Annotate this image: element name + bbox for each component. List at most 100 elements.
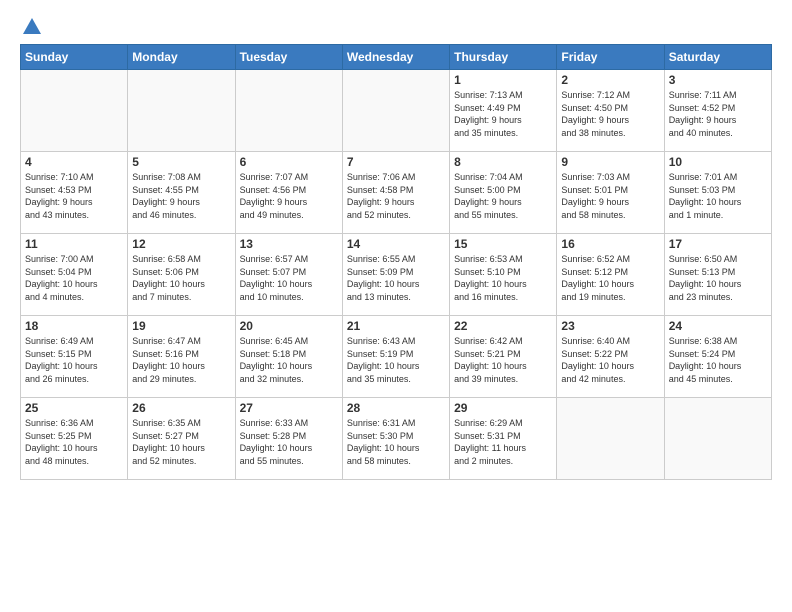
calendar-cell: 3 Sunrise: 7:11 AM Sunset: 4:52 PM Daylig… — [664, 70, 771, 152]
day-number: 25 — [25, 401, 123, 415]
header-area — [20, 16, 772, 34]
calendar-cell: 11 Sunrise: 7:00 AM Sunset: 5:04 PM Dayli… — [21, 234, 128, 316]
calendar-cell: 5 Sunrise: 7:08 AM Sunset: 4:55 PM Daylig… — [128, 152, 235, 234]
calendar-cell: 4 Sunrise: 7:10 AM Sunset: 4:53 PM Daylig… — [21, 152, 128, 234]
calendar-cell: 17 Sunrise: 6:50 AM Sunset: 5:13 PM Dayli… — [664, 234, 771, 316]
day-number: 21 — [347, 319, 445, 333]
calendar-cell: 8Sunrise: 7:04 AM Sunset: 5:00 PM Daylig… — [450, 152, 557, 234]
day-number: 3 — [669, 73, 767, 87]
calendar-cell — [235, 70, 342, 152]
calendar-cell: 1 Sunrise: 7:13 AM Sunset: 4:49 PM Daylig… — [450, 70, 557, 152]
calendar-cell: 12 Sunrise: 6:58 AM Sunset: 5:06 PM Dayli… — [128, 234, 235, 316]
calendar-cell: 28 Sunrise: 6:31 AM Sunset: 5:30 PM Dayli… — [342, 398, 449, 480]
day-number: 7 — [347, 155, 445, 169]
calendar-cell: 18Sunrise: 6:49 AM Sunset: 5:15 PM Dayli… — [21, 316, 128, 398]
day-info: Sunrise: 6:57 AM Sunset: 5:07 PM Dayligh… — [240, 253, 338, 303]
calendar-cell — [557, 398, 664, 480]
day-info: Sunrise: 6:58 AM Sunset: 5:06 PM Dayligh… — [132, 253, 230, 303]
week-row-5: 25 Sunrise: 6:36 AM Sunset: 5:25 PM Dayli… — [21, 398, 772, 480]
day-number: 10 — [669, 155, 767, 169]
weekday-header-wednesday: Wednesday — [342, 45, 449, 70]
calendar-cell — [342, 70, 449, 152]
day-info: Sunrise: 7:01 AM Sunset: 5:03 PM Dayligh… — [669, 171, 767, 221]
day-info: Sunrise: 7:06 AM Sunset: 4:58 PM Dayligh… — [347, 171, 445, 221]
day-info: Sunrise: 6:53 AM Sunset: 5:10 PM Dayligh… — [454, 253, 552, 303]
day-number: 9 — [561, 155, 659, 169]
calendar-cell: 22 Sunrise: 6:42 AM Sunset: 5:21 PM Dayli… — [450, 316, 557, 398]
day-info: Sunrise: 6:45 AM Sunset: 5:18 PM Dayligh… — [240, 335, 338, 385]
day-info: Sunrise: 7:00 AM Sunset: 5:04 PM Dayligh… — [25, 253, 123, 303]
day-number: 28 — [347, 401, 445, 415]
day-info: Sunrise: 6:55 AM Sunset: 5:09 PM Dayligh… — [347, 253, 445, 303]
calendar-cell — [21, 70, 128, 152]
calendar-cell: 2 Sunrise: 7:12 AM Sunset: 4:50 PM Daylig… — [557, 70, 664, 152]
calendar-cell: 7 Sunrise: 7:06 AM Sunset: 4:58 PM Daylig… — [342, 152, 449, 234]
calendar-cell: 21 Sunrise: 6:43 AM Sunset: 5:19 PM Dayli… — [342, 316, 449, 398]
day-number: 14 — [347, 237, 445, 251]
day-number: 1 — [454, 73, 552, 87]
day-info: Sunrise: 6:40 AM Sunset: 5:22 PM Dayligh… — [561, 335, 659, 385]
weekday-header-sunday: Sunday — [21, 45, 128, 70]
calendar-cell: 29 Sunrise: 6:29 AM Sunset: 5:31 PM Dayli… — [450, 398, 557, 480]
day-info: Sunrise: 6:35 AM Sunset: 5:27 PM Dayligh… — [132, 417, 230, 467]
day-number: 29 — [454, 401, 552, 415]
calendar-cell: 10 Sunrise: 7:01 AM Sunset: 5:03 PM Dayli… — [664, 152, 771, 234]
day-info: Sunrise: 6:50 AM Sunset: 5:13 PM Dayligh… — [669, 253, 767, 303]
day-number: 23 — [561, 319, 659, 333]
weekday-header-thursday: Thursday — [450, 45, 557, 70]
day-number: 15 — [454, 237, 552, 251]
calendar-cell: 9 Sunrise: 7:03 AM Sunset: 5:01 PM Daylig… — [557, 152, 664, 234]
day-info: Sunrise: 6:42 AM Sunset: 5:21 PM Dayligh… — [454, 335, 552, 385]
day-number: 4 — [25, 155, 123, 169]
week-row-4: 18Sunrise: 6:49 AM Sunset: 5:15 PM Dayli… — [21, 316, 772, 398]
day-number: 27 — [240, 401, 338, 415]
weekday-header-monday: Monday — [128, 45, 235, 70]
day-number: 24 — [669, 319, 767, 333]
week-row-3: 11 Sunrise: 7:00 AM Sunset: 5:04 PM Dayli… — [21, 234, 772, 316]
calendar-cell: 26 Sunrise: 6:35 AM Sunset: 5:27 PM Dayli… — [128, 398, 235, 480]
day-info: Sunrise: 6:47 AM Sunset: 5:16 PM Dayligh… — [132, 335, 230, 385]
day-info: Sunrise: 6:31 AM Sunset: 5:30 PM Dayligh… — [347, 417, 445, 467]
day-number: 5 — [132, 155, 230, 169]
day-info: Sunrise: 7:07 AM Sunset: 4:56 PM Dayligh… — [240, 171, 338, 221]
day-info: Sunrise: 6:38 AM Sunset: 5:24 PM Dayligh… — [669, 335, 767, 385]
calendar-cell: 23 Sunrise: 6:40 AM Sunset: 5:22 PM Dayli… — [557, 316, 664, 398]
weekday-header-friday: Friday — [557, 45, 664, 70]
day-info: Sunrise: 7:12 AM Sunset: 4:50 PM Dayligh… — [561, 89, 659, 139]
day-info: Sunrise: 7:13 AM Sunset: 4:49 PM Dayligh… — [454, 89, 552, 139]
day-info: Sunrise: 6:33 AM Sunset: 5:28 PM Dayligh… — [240, 417, 338, 467]
day-info: Sunrise: 7:10 AM Sunset: 4:53 PM Dayligh… — [25, 171, 123, 221]
day-info: Sunrise: 6:36 AM Sunset: 5:25 PM Dayligh… — [25, 417, 123, 467]
day-info: Sunrise: 7:04 AM Sunset: 5:00 PM Dayligh… — [454, 171, 552, 221]
calendar-cell: 14 Sunrise: 6:55 AM Sunset: 5:09 PM Dayli… — [342, 234, 449, 316]
week-row-2: 4 Sunrise: 7:10 AM Sunset: 4:53 PM Daylig… — [21, 152, 772, 234]
weekday-header-saturday: Saturday — [664, 45, 771, 70]
day-info: Sunrise: 7:03 AM Sunset: 5:01 PM Dayligh… — [561, 171, 659, 221]
day-number: 11 — [25, 237, 123, 251]
logo-icon — [21, 16, 43, 38]
day-info: Sunrise: 7:08 AM Sunset: 4:55 PM Dayligh… — [132, 171, 230, 221]
calendar-cell: 27 Sunrise: 6:33 AM Sunset: 5:28 PM Dayli… — [235, 398, 342, 480]
day-number: 12 — [132, 237, 230, 251]
day-number: 19 — [132, 319, 230, 333]
calendar-cell — [664, 398, 771, 480]
day-info: Sunrise: 6:52 AM Sunset: 5:12 PM Dayligh… — [561, 253, 659, 303]
day-info: Sunrise: 6:43 AM Sunset: 5:19 PM Dayligh… — [347, 335, 445, 385]
day-info: Sunrise: 7:11 AM Sunset: 4:52 PM Dayligh… — [669, 89, 767, 139]
calendar-cell: 20Sunrise: 6:45 AM Sunset: 5:18 PM Dayli… — [235, 316, 342, 398]
day-number: 26 — [132, 401, 230, 415]
day-number: 6 — [240, 155, 338, 169]
weekday-header-tuesday: Tuesday — [235, 45, 342, 70]
calendar-cell: 6 Sunrise: 7:07 AM Sunset: 4:56 PM Daylig… — [235, 152, 342, 234]
day-number: 16 — [561, 237, 659, 251]
day-info: Sunrise: 6:29 AM Sunset: 5:31 PM Dayligh… — [454, 417, 552, 467]
week-row-1: 1 Sunrise: 7:13 AM Sunset: 4:49 PM Daylig… — [21, 70, 772, 152]
page: SundayMondayTuesdayWednesdayThursdayFrid… — [0, 0, 792, 490]
day-number: 17 — [669, 237, 767, 251]
calendar-cell — [128, 70, 235, 152]
calendar-cell: 16 Sunrise: 6:52 AM Sunset: 5:12 PM Dayli… — [557, 234, 664, 316]
day-number: 22 — [454, 319, 552, 333]
day-number: 2 — [561, 73, 659, 87]
day-number: 18 — [25, 319, 123, 333]
calendar-cell: 19 Sunrise: 6:47 AM Sunset: 5:16 PM Dayli… — [128, 316, 235, 398]
